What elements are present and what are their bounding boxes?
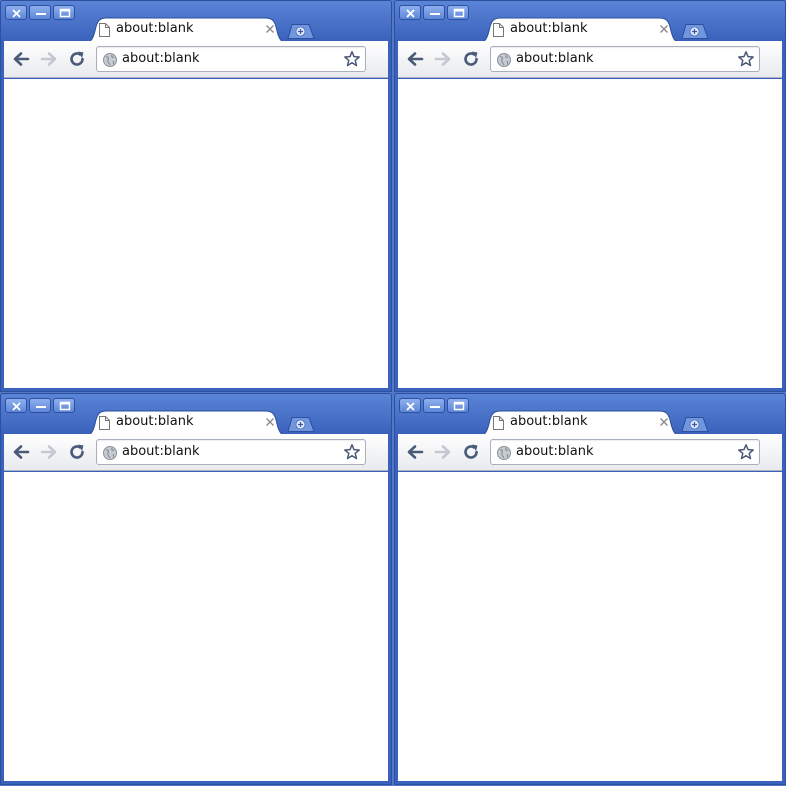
reload-icon[interactable] xyxy=(68,50,86,68)
tab-active[interactable]: about:blank xyxy=(477,17,683,43)
minimize-icon xyxy=(36,406,46,408)
close-icon xyxy=(406,402,415,411)
toolbar: about:blank xyxy=(398,434,782,471)
globe-icon xyxy=(103,446,117,460)
forward-arrow-icon[interactable] xyxy=(40,50,58,68)
back-arrow-icon[interactable] xyxy=(12,50,30,68)
reload-icon[interactable] xyxy=(462,50,480,68)
tab-active[interactable]: about:blank xyxy=(83,410,289,436)
close-window-button[interactable] xyxy=(5,5,27,20)
new-tab-icon[interactable] xyxy=(681,416,709,432)
forward-arrow-icon[interactable] xyxy=(40,443,58,461)
star-icon[interactable] xyxy=(737,50,755,68)
window-controls xyxy=(399,5,469,20)
tab-active[interactable]: about:blank xyxy=(83,17,289,43)
maximize-icon xyxy=(59,401,71,411)
maximize-icon xyxy=(453,401,465,411)
url-text[interactable]: about:blank xyxy=(516,51,594,66)
maximize-window-button[interactable] xyxy=(447,398,469,413)
close-icon xyxy=(12,402,21,411)
star-icon[interactable] xyxy=(343,443,361,461)
close-icon xyxy=(12,9,21,18)
reload-icon[interactable] xyxy=(68,443,86,461)
page-icon xyxy=(493,23,504,37)
tab-title: about:blank xyxy=(510,414,588,429)
reload-icon[interactable] xyxy=(462,443,480,461)
tab-title: about:blank xyxy=(116,414,194,429)
page-icon xyxy=(493,416,504,430)
url-text[interactable]: about:blank xyxy=(122,444,200,459)
url-text[interactable]: about:blank xyxy=(122,51,200,66)
globe-icon xyxy=(497,446,511,460)
tab-close-icon[interactable] xyxy=(659,24,669,34)
new-tab-icon[interactable] xyxy=(287,23,315,39)
new-tab-icon[interactable] xyxy=(681,23,709,39)
page-content[interactable] xyxy=(398,472,782,781)
browser-window-1: about:blank about:blank xyxy=(0,0,392,392)
page-content[interactable] xyxy=(4,472,388,781)
minimize-icon xyxy=(430,13,440,15)
page-content[interactable] xyxy=(4,79,388,388)
back-arrow-icon[interactable] xyxy=(12,443,30,461)
back-arrow-icon[interactable] xyxy=(406,50,424,68)
minimize-window-button[interactable] xyxy=(29,5,51,20)
close-window-button[interactable] xyxy=(399,5,421,20)
toolbar: about:blank xyxy=(4,434,388,471)
close-window-button[interactable] xyxy=(5,398,27,413)
tab-close-icon[interactable] xyxy=(265,417,275,427)
minimize-icon xyxy=(430,406,440,408)
minimize-window-button[interactable] xyxy=(423,398,445,413)
tab-active[interactable]: about:blank xyxy=(477,410,683,436)
forward-arrow-icon[interactable] xyxy=(434,50,452,68)
forward-arrow-icon[interactable] xyxy=(434,443,452,461)
tab-close-icon[interactable] xyxy=(659,417,669,427)
globe-icon xyxy=(103,53,117,67)
url-text[interactable]: about:blank xyxy=(516,444,594,459)
address-bar[interactable]: about:blank xyxy=(490,46,760,72)
address-bar[interactable]: about:blank xyxy=(96,46,366,72)
maximize-icon xyxy=(453,8,465,18)
tab-title: about:blank xyxy=(116,21,194,36)
close-window-button[interactable] xyxy=(399,398,421,413)
tab-title: about:blank xyxy=(510,21,588,36)
browser-window-4: about:blank about:blank xyxy=(394,393,786,785)
minimize-icon xyxy=(36,13,46,15)
maximize-icon xyxy=(59,8,71,18)
page-icon xyxy=(99,23,110,37)
tab-close-icon[interactable] xyxy=(265,24,275,34)
maximize-window-button[interactable] xyxy=(447,5,469,20)
new-tab-icon[interactable] xyxy=(287,416,315,432)
address-bar[interactable]: about:blank xyxy=(96,439,366,465)
window-controls xyxy=(5,5,75,20)
globe-icon xyxy=(497,53,511,67)
page-icon xyxy=(99,416,110,430)
maximize-window-button[interactable] xyxy=(53,398,75,413)
address-bar[interactable]: about:blank xyxy=(490,439,760,465)
maximize-window-button[interactable] xyxy=(53,5,75,20)
star-icon[interactable] xyxy=(737,443,755,461)
star-icon[interactable] xyxy=(343,50,361,68)
toolbar: about:blank xyxy=(4,41,388,78)
minimize-window-button[interactable] xyxy=(29,398,51,413)
browser-window-2: about:blank about:blank xyxy=(394,0,786,392)
minimize-window-button[interactable] xyxy=(423,5,445,20)
browser-window-3: about:blank about:blank xyxy=(0,393,392,785)
page-content[interactable] xyxy=(398,79,782,388)
toolbar: about:blank xyxy=(398,41,782,78)
back-arrow-icon[interactable] xyxy=(406,443,424,461)
close-icon xyxy=(406,9,415,18)
window-controls xyxy=(399,398,469,413)
window-controls xyxy=(5,398,75,413)
